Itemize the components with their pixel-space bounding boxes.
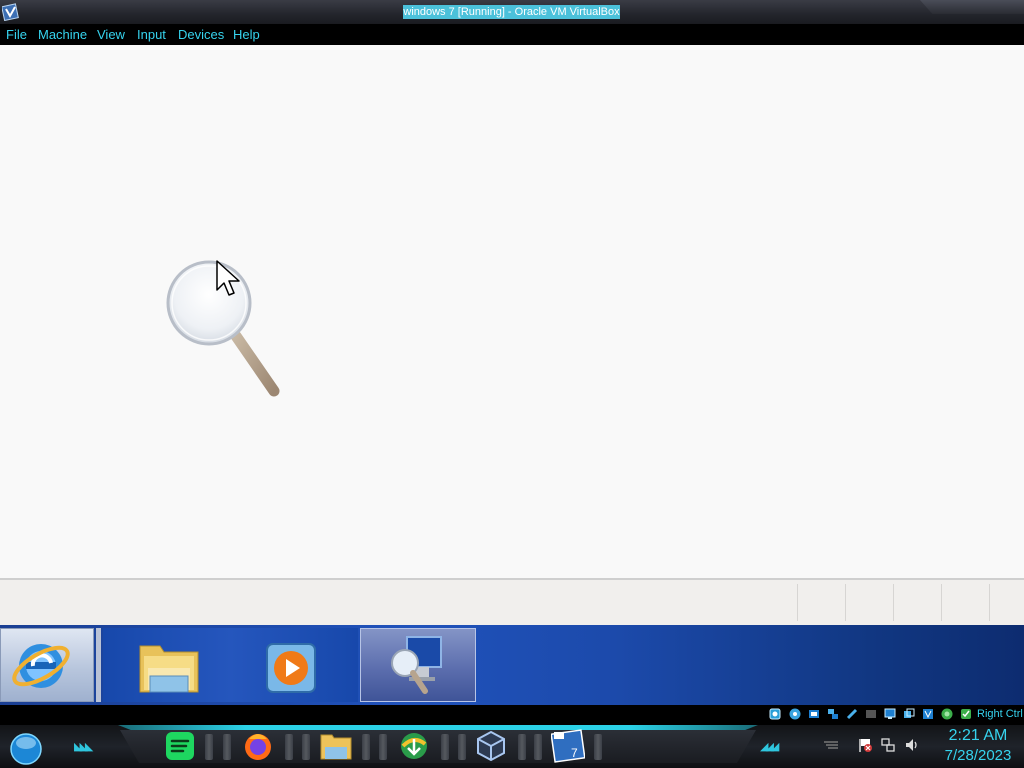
audio-icon[interactable] — [808, 708, 820, 720]
mouse-cursor-icon — [216, 260, 240, 296]
dock-separator — [458, 734, 466, 760]
magnifier-icon — [391, 636, 442, 694]
dock-chevron-right-icon: ◢◢◢ — [760, 741, 779, 753]
dock-separator — [379, 734, 387, 760]
usb-icon[interactable] — [846, 708, 858, 720]
keyboard-icon[interactable] — [960, 708, 972, 720]
optical-disk-icon[interactable] — [789, 708, 801, 720]
status-divider — [797, 584, 798, 621]
host-key-label[interactable]: Right Ctrl — [977, 708, 1023, 720]
network-tray-icon[interactable] — [880, 737, 896, 753]
virtualbox-status-bar: Right Ctrl — [0, 705, 1024, 725]
dock-chevron-left-icon: ◣◣◣ — [74, 741, 93, 753]
status-divider — [941, 584, 942, 621]
title-bar-decoration — [920, 0, 1024, 14]
clock-date[interactable]: 7/28/2023 — [935, 747, 1021, 764]
volume-icon[interactable] — [904, 737, 920, 753]
dock-separator — [302, 734, 310, 760]
file-explorer-icon[interactable] — [319, 729, 353, 763]
taskbar-separator — [96, 628, 101, 702]
menu-view[interactable]: View — [97, 27, 125, 42]
show-desktop-lines-icon[interactable] — [823, 737, 839, 753]
svg-text:7: 7 — [571, 746, 578, 760]
status-divider — [893, 584, 894, 621]
virtualbox-icon[interactable] — [474, 729, 508, 763]
download-manager-icon[interactable] — [397, 729, 431, 763]
network-icon[interactable] — [827, 708, 839, 720]
dock-separator — [441, 734, 449, 760]
dock-separator — [594, 734, 602, 760]
hard-disk-icon[interactable] — [769, 708, 781, 720]
internet-explorer-icon — [12, 644, 70, 688]
status-divider — [845, 584, 846, 621]
dock-separator — [518, 734, 526, 760]
window-title-bar[interactable]: windows 7 [Running] - Oracle VM VirtualB… — [0, 0, 1024, 25]
spotify-icon[interactable] — [163, 729, 197, 763]
menu-machine[interactable]: Machine — [38, 27, 87, 42]
menu-bar: File Machine View Input Devices Help — [0, 24, 1024, 45]
display-icon[interactable] — [884, 708, 896, 720]
dock-separator — [205, 734, 213, 760]
guest-taskbar — [0, 625, 1024, 705]
menu-devices[interactable]: Devices — [178, 27, 224, 42]
action-center-flag-icon[interactable] — [857, 737, 873, 753]
cpu-icon[interactable] — [922, 708, 934, 720]
firefox-icon[interactable] — [241, 729, 275, 763]
dock-separator — [362, 734, 370, 760]
virtualbox-app-icon[interactable] — [2, 3, 20, 21]
dock-separator — [285, 734, 293, 760]
menu-input[interactable]: Input — [137, 27, 166, 42]
vm-display[interactable] — [0, 45, 1024, 578]
guest-status-strip — [0, 580, 1024, 625]
dock-separator — [534, 734, 542, 760]
taskbar-button-internet-explorer[interactable] — [0, 628, 94, 702]
mouse-integration-icon[interactable] — [941, 708, 953, 720]
shared-folders-icon[interactable] — [865, 708, 877, 720]
start-orb-icon[interactable] — [6, 729, 46, 765]
window-title: windows 7 [Running] - Oracle VM VirtualB… — [403, 5, 620, 19]
clock-time[interactable]: 2:21 AM — [940, 727, 1016, 745]
status-divider — [989, 584, 990, 621]
host-dock — [120, 730, 756, 763]
taskbar-button-magnifier[interactable] — [360, 628, 476, 702]
menu-file[interactable]: File — [6, 27, 27, 42]
menu-help[interactable]: Help — [233, 27, 260, 42]
taskbar-pinned-group — [103, 628, 358, 702]
video-capture-icon[interactable] — [903, 708, 915, 720]
dock-separator — [223, 734, 231, 760]
windows7-vm-icon[interactable]: 7 — [551, 729, 585, 763]
dock-glow — [118, 725, 758, 730]
media-player-icon[interactable] — [263, 640, 321, 698]
windows-explorer-icon[interactable] — [136, 636, 202, 698]
